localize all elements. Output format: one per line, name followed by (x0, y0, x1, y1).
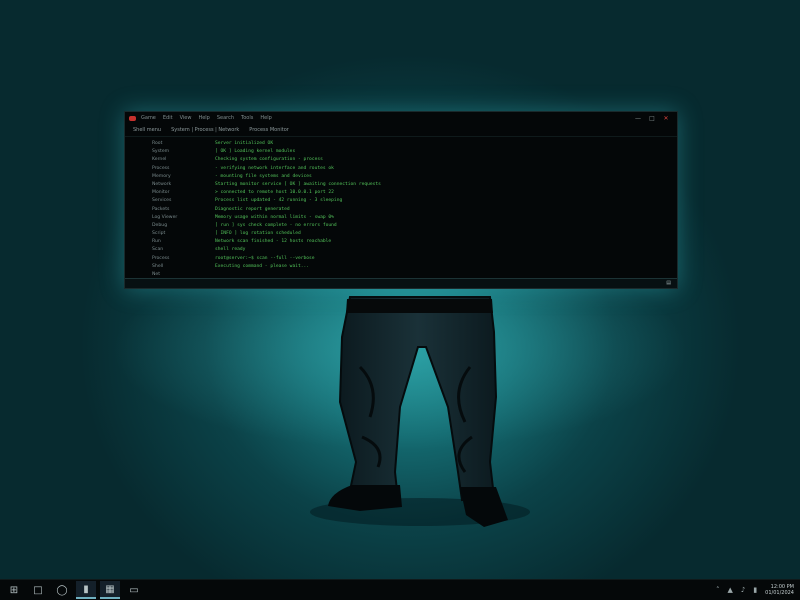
row-label: Process (152, 165, 170, 171)
label-column: Root System Kernel Process Memory Networ… (152, 140, 212, 279)
menu-item-view[interactable]: View (180, 115, 192, 121)
folder-icon[interactable]: ▦ (100, 581, 120, 599)
terminal-line: Memory usage within normal limits - swap… (215, 214, 334, 220)
tab-system[interactable]: System | Process | Network (171, 127, 239, 133)
terminal-taskbar-icon[interactable]: ▮ (76, 581, 96, 599)
menu-item-search[interactable]: Search (217, 115, 234, 121)
terminal-line: Server initialized OK (215, 141, 274, 146)
row-label: Network (152, 181, 172, 187)
row-label: Debug (152, 222, 168, 228)
terminal-line: shell ready (215, 247, 246, 253)
minimize-icon[interactable]: — (631, 113, 645, 123)
terminal-line: Starting monitor service [ OK ] awaiting… (215, 181, 381, 187)
figure-illustration (310, 296, 530, 527)
row-label: Log Viewer (152, 214, 178, 220)
menu-item-help-2[interactable]: Help (260, 115, 271, 121)
search-icon[interactable]: ◯ (52, 581, 72, 599)
network-icon[interactable]: ▲ (727, 586, 732, 594)
terminal-line: Process list updated - 42 running - 3 sl… (215, 198, 343, 204)
row-label: Run (152, 239, 161, 245)
volume-icon[interactable]: ♪ (741, 586, 745, 594)
row-label: System (152, 149, 170, 155)
terminal-line: [ OK ] Loading kernel modules (215, 149, 296, 155)
pants-silhouette (338, 296, 498, 502)
battery-icon[interactable]: ▮ (753, 586, 757, 594)
row-label: Monitor (152, 190, 170, 196)
title-bar[interactable]: Game Edit View Help Search Tools Help — … (125, 112, 677, 124)
clock[interactable]: 12:00 PM 01/01/2024 (765, 584, 794, 596)
window-icon[interactable]: ▭ (124, 581, 144, 599)
terminal-line: - verifying network interface and routes… (215, 165, 334, 171)
row-label: Root (152, 141, 163, 146)
tab-shell-menu[interactable]: Shell menu (133, 127, 161, 133)
close-icon[interactable]: ✕ (659, 113, 673, 123)
terminal-line: - mounting file systems and devices (215, 173, 312, 179)
row-label: Services (152, 198, 172, 204)
tab-process-monitor[interactable]: Process Monitor (249, 127, 289, 133)
terminal-line: Network scan finished - 12 hosts reachab… (215, 239, 332, 245)
terminal-line: [ run ] sys check complete - no errors f… (215, 222, 337, 228)
taskbar: ⊞ □ ◯ ▮ ▦ ▭ ˄ ▲ ♪ ▮ 12:00 PM 01/01/2024 (0, 579, 800, 600)
clock-date: 01/01/2024 (765, 590, 794, 596)
row-label: Kernel (152, 157, 167, 163)
terminal-line: > connected to remote host 10.0.0.1 port… (215, 190, 334, 196)
terminal-line: [ INFO ] log rotation scheduled (215, 231, 301, 237)
menu-item-edit[interactable]: Edit (163, 115, 173, 121)
maximize-icon[interactable]: □ (645, 113, 659, 123)
left-boot (328, 485, 402, 511)
terminal-line: Executing command - please wait... (215, 263, 310, 269)
terminal-line: Checking system configuration - process (215, 157, 323, 163)
terminal-line: root@server:~$ scan --full --verbose (215, 255, 315, 261)
output-lines[interactable]: Server initialized OK [ OK ] Loading ker… (215, 140, 671, 271)
row-label: Shell (152, 263, 164, 269)
app-icon (129, 115, 136, 121)
row-label: Scan (152, 247, 164, 253)
row-label: Packets (152, 206, 170, 212)
menu-item-tools[interactable]: Tools (241, 115, 253, 121)
row-label: Script (152, 231, 166, 237)
desktop-icon[interactable]: □ (28, 581, 48, 599)
tab-bar: Shell menu System | Process | Network Pr… (125, 124, 677, 137)
row-label: Process (152, 255, 170, 261)
chevron-up-icon[interactable]: ˄ (716, 586, 720, 594)
menu-item-help[interactable]: Help (198, 115, 209, 121)
terminal-line: Diagnostic report generated (215, 206, 290, 212)
scroll-indicator-icon[interactable]: ▤ (666, 280, 671, 286)
belt (346, 299, 493, 313)
windows-start-icon[interactable]: ⊞ (4, 581, 24, 599)
terminal-content[interactable]: Root System Kernel Process Memory Networ… (125, 138, 677, 278)
menu-item-game[interactable]: Game (141, 115, 156, 121)
terminal-window[interactable]: Game Edit View Help Search Tools Help — … (124, 111, 678, 289)
row-label: Memory (152, 173, 171, 179)
